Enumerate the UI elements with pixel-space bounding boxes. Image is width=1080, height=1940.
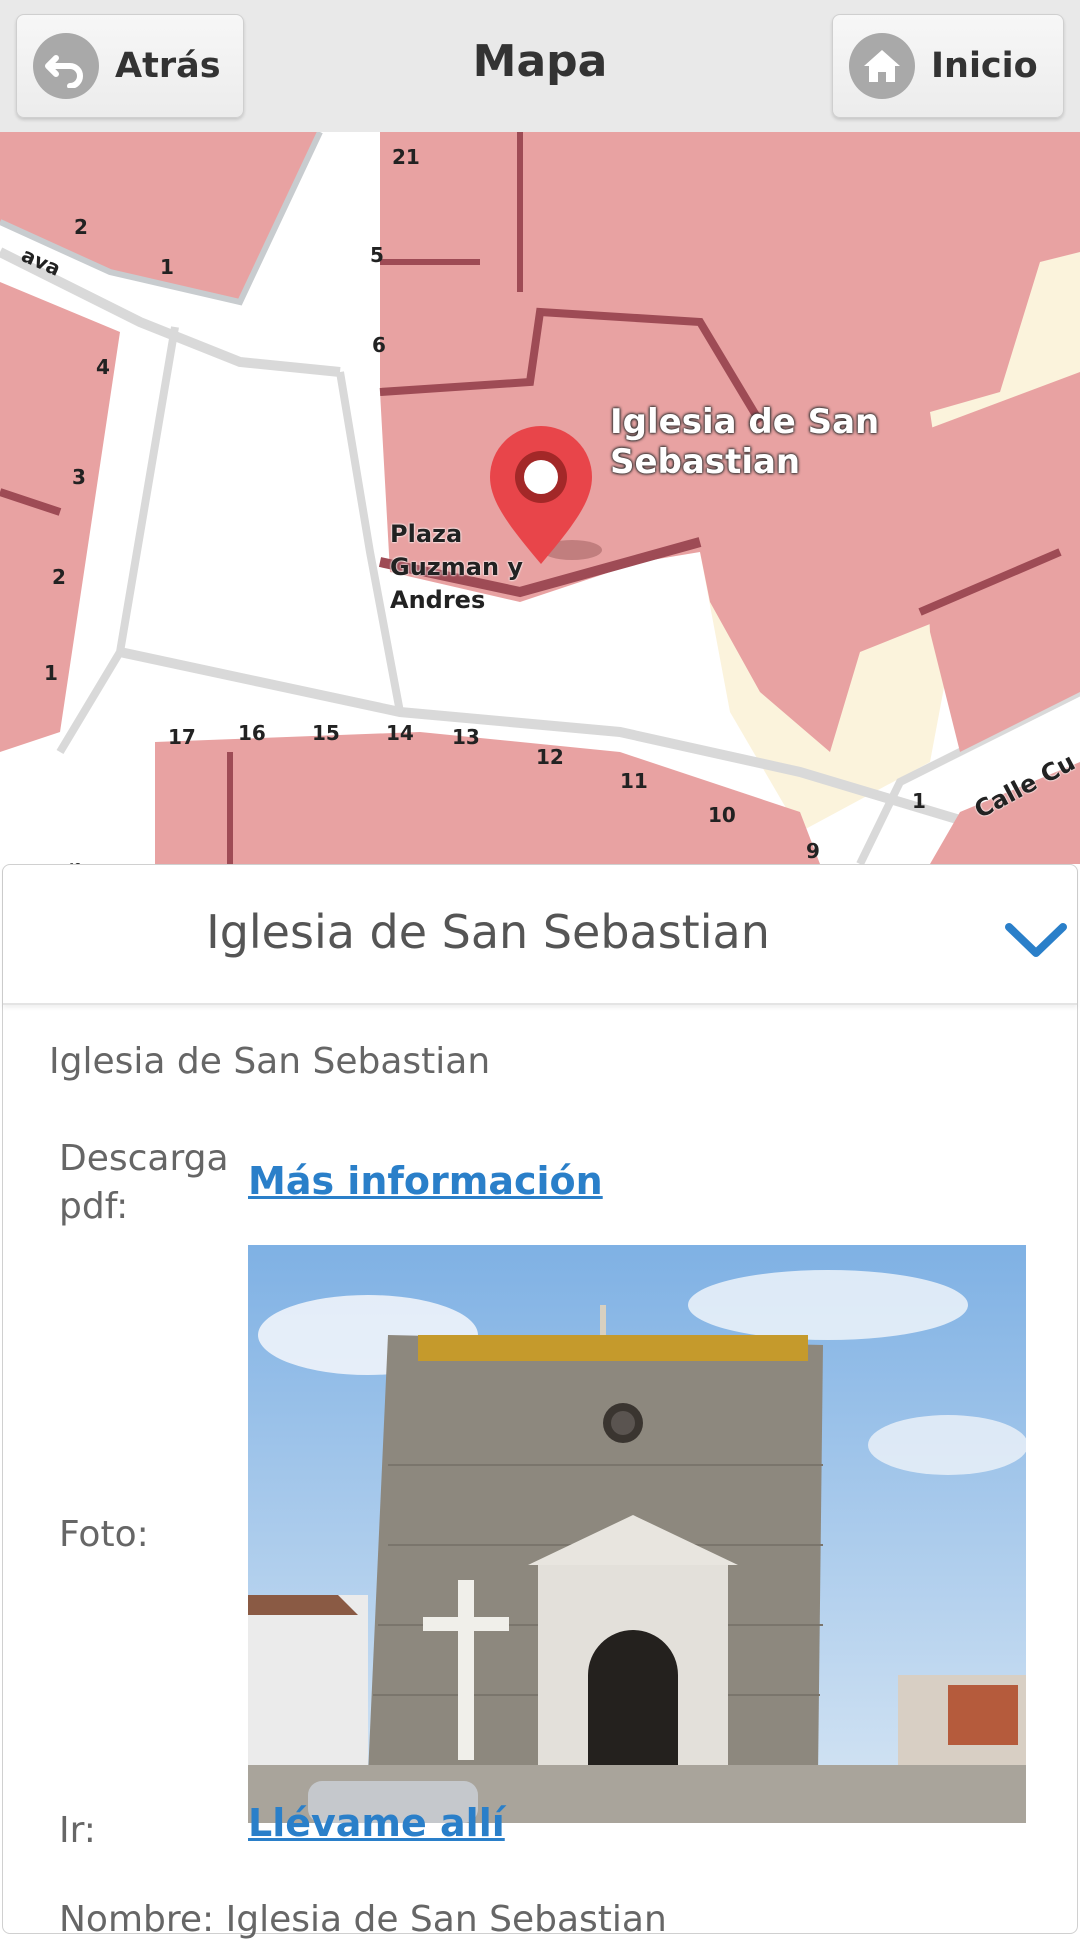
svg-text:4: 4 xyxy=(96,355,110,379)
svg-text:15: 15 xyxy=(312,721,340,745)
back-button[interactable]: Atrás xyxy=(16,14,244,118)
take-me-there-link[interactable]: Llévame allí xyxy=(248,1801,505,1845)
map-tiles: 21 2 1 5 6 4 3 2 1 17 16 15 14 13 12 11 … xyxy=(0,132,1080,864)
detail-panel: Iglesia de San Sebastian Iglesia de San … xyxy=(2,864,1078,1940)
pdf-label: Descarga pdf: xyxy=(59,1138,229,1227)
map-poi-label[interactable]: Iglesia de San Sebastian xyxy=(610,402,1080,482)
photo-label: Foto: xyxy=(59,1514,149,1555)
church-photo xyxy=(248,1245,1026,1823)
svg-text:2: 2 xyxy=(74,215,88,239)
svg-text:16: 16 xyxy=(238,721,266,745)
place-subtitle: Iglesia de San Sebastian xyxy=(49,1041,491,1082)
svg-text:1: 1 xyxy=(44,661,58,685)
more-info-link[interactable]: Más información xyxy=(248,1159,603,1203)
svg-text:17: 17 xyxy=(168,725,196,749)
svg-text:13: 13 xyxy=(452,725,480,749)
svg-text:12: 12 xyxy=(536,745,564,769)
svg-text:21: 21 xyxy=(392,145,420,169)
app-header: Atrás Mapa Inicio xyxy=(0,0,1080,133)
back-button-label: Atrás xyxy=(115,46,221,86)
go-label: Ir: xyxy=(59,1810,96,1851)
svg-text:3: 3 xyxy=(72,465,86,489)
map-plaza-label: Plaza Guzman y Andres xyxy=(390,520,524,614)
home-button-label: Inicio xyxy=(931,46,1038,86)
page-title: Mapa xyxy=(472,36,608,87)
home-button[interactable]: Inicio xyxy=(832,14,1064,118)
svg-text:10: 10 xyxy=(708,803,736,827)
map-view[interactable]: 21 2 1 5 6 4 3 2 1 17 16 15 14 13 12 11 … xyxy=(0,132,1080,864)
svg-text:9: 9 xyxy=(806,839,820,863)
panel-header[interactable]: Iglesia de San Sebastian xyxy=(3,865,1077,1005)
chevron-down-icon[interactable] xyxy=(1001,915,1071,963)
svg-text:1: 1 xyxy=(912,789,926,813)
svg-text:2: 2 xyxy=(52,565,66,589)
svg-text:14: 14 xyxy=(386,721,414,745)
panel-title: Iglesia de San Sebastian xyxy=(206,905,770,959)
svg-text:5: 5 xyxy=(370,243,384,267)
back-arrow-icon xyxy=(33,33,99,99)
svg-text:1: 1 xyxy=(160,255,174,279)
svg-text:11: 11 xyxy=(620,769,648,793)
home-icon xyxy=(849,33,915,99)
svg-text:6: 6 xyxy=(372,333,386,357)
